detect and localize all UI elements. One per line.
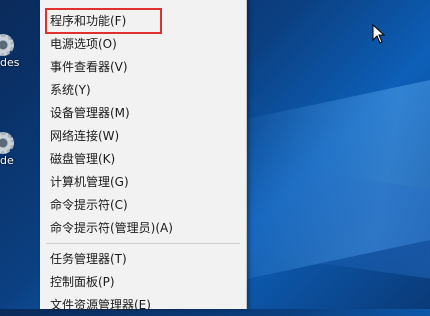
- menu-separator: [46, 243, 240, 244]
- desktop-shortcut[interactable]: de: [0, 128, 24, 168]
- menu-item-command-prompt-admin[interactable]: 命令提示符(管理员)(A): [50, 217, 173, 239]
- menu-item-command-prompt[interactable]: 命令提示符(C): [50, 194, 128, 216]
- menu-item-device-manager[interactable]: 设备管理器(M): [50, 102, 130, 124]
- menu-item-computer-management[interactable]: 计算机管理(G): [50, 171, 129, 193]
- menu-item-file-explorer[interactable]: 文件资源管理器(E): [50, 294, 151, 316]
- menu-item-power-options[interactable]: 电源选项(O): [50, 33, 117, 55]
- desktop-shortcut-label: de: [0, 154, 14, 167]
- menu-item-network-connections[interactable]: 网络连接(W): [50, 125, 119, 147]
- desktop-shortcut-label: des: [0, 56, 20, 69]
- menu-item-system[interactable]: 系统(Y): [50, 79, 91, 101]
- gear-icon: [0, 34, 14, 56]
- menu-item-event-viewer[interactable]: 事件查看器(V): [50, 56, 128, 78]
- menu-item-programs-and-features[interactable]: 程序和功能(F): [45, 8, 162, 34]
- wallpaper-light-beam: [240, 161, 430, 309]
- menu-item-disk-management[interactable]: 磁盘管理(K): [50, 148, 115, 170]
- desktop-shortcut[interactable]: des: [0, 30, 24, 70]
- winx-context-menu: 程序和功能(F) 电源选项(O) 事件查看器(V) 系统(Y) 设备管理器(M)…: [40, 0, 247, 312]
- menu-item-task-manager[interactable]: 任务管理器(T): [50, 248, 127, 270]
- menu-item-control-panel[interactable]: 控制面板(P): [50, 271, 115, 293]
- gear-icon: [0, 132, 14, 154]
